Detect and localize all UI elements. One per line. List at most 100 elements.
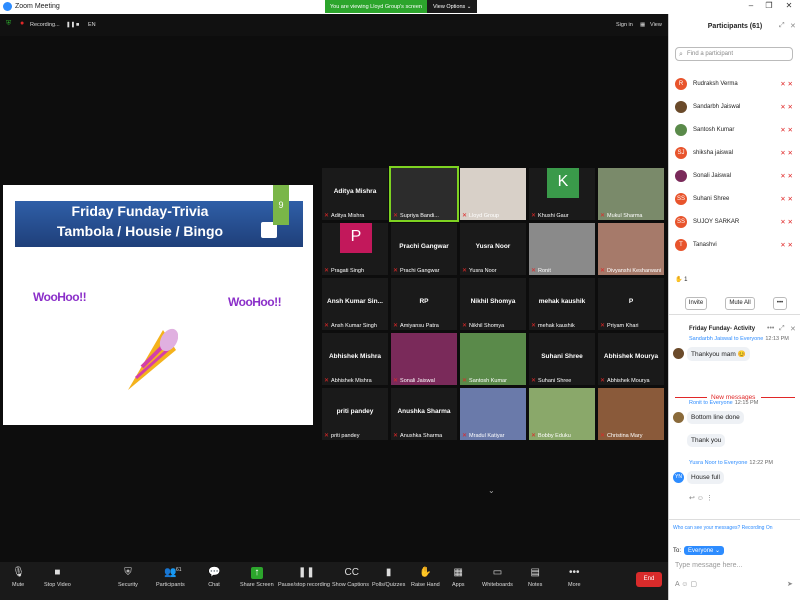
- video-tile[interactable]: ✕ Sonali Jaiswal: [391, 333, 457, 385]
- message-meta: Sandarbh Jaiswal to Everyone 12:13 PM: [689, 336, 789, 342]
- participant-name: Mukul Sharma: [607, 212, 643, 219]
- video-tile[interactable]: ✕ Supriya Bandi...: [389, 166, 459, 222]
- video-tile[interactable]: priti pandey ✕ priti pandey: [322, 388, 388, 440]
- video-tile[interactable]: Ansh Kumar Sin... ✕ Ansh Kumar Singh: [322, 278, 388, 330]
- maximize-button[interactable]: ❐: [762, 1, 776, 10]
- popout-icon[interactable]: ⤢: [779, 22, 785, 30]
- close-panel-icon[interactable]: ✕: [790, 22, 796, 30]
- tile-display-name: Ansh Kumar Sin...: [327, 298, 383, 305]
- shield-icon[interactable]: ⛨: [6, 20, 11, 28]
- sign-in-link[interactable]: Sign in: [616, 22, 633, 28]
- stop-recording-button[interactable]: ■: [76, 22, 79, 28]
- video-tile[interactable]: Prachi Gangwar ✕ Prachi Gangwar: [391, 223, 457, 275]
- video-tile[interactable]: ✕ Bobby Eduku: [529, 388, 595, 440]
- video-tile[interactable]: Abhishek Mishra ✕ Abhishek Mishra: [322, 333, 388, 385]
- language-badge[interactable]: EN: [88, 22, 96, 28]
- participant-row[interactable]: SS Suhani Shree ✕ ✕: [675, 189, 795, 209]
- meeting-stage: Friday Funday-Trivia Tambola / Housie / …: [0, 36, 668, 562]
- toolbar-security-button[interactable]: ⛨ Security: [118, 567, 138, 588]
- tile-display-name: P: [628, 298, 634, 305]
- video-tile[interactable]: Anushka Sharma ✕ Anushka Sharma: [391, 388, 457, 440]
- share-banner-text: You are viewing Lloyd Group's screen: [330, 3, 422, 10]
- more-options-button[interactable]: •••: [773, 297, 787, 310]
- recording-dot-icon: ●: [20, 20, 25, 27]
- toolbar-more-button[interactable]: ••• More: [568, 567, 581, 588]
- muted-status-icon: ✕ ✕: [780, 196, 793, 203]
- toolbar-notes-button[interactable]: ▤ Notes: [528, 567, 542, 588]
- video-tile[interactable]: RP ✕ Amiyansu Patra: [391, 278, 457, 330]
- participant-row[interactable]: Santosh Kumar ✕ ✕: [675, 120, 795, 140]
- toolbar-stop-video-button[interactable]: ■ Stop Video: [44, 567, 71, 588]
- tile-name-label: ✕ Abhishek Mourya: [600, 377, 650, 385]
- participant-row[interactable]: SJ shiksha jaiswal ✕ ✕: [675, 143, 795, 163]
- tile-name-label: ✕ Sonali Jaiswal: [393, 377, 435, 385]
- video-tile[interactable]: ✕ Santosh Kumar: [460, 333, 526, 385]
- pause-recording-button[interactable]: ❚❚: [66, 22, 75, 28]
- time: 12:22 PM: [749, 460, 773, 466]
- avatar: T: [675, 239, 687, 251]
- participant-row[interactable]: R Rudraksh Verma ✕ ✕: [675, 74, 795, 94]
- format-icon[interactable]: A ☺ ▢: [675, 580, 697, 588]
- participant-row[interactable]: T Tanashvi ✕ ✕: [675, 235, 795, 255]
- toolbar-polls-quizzes-button[interactable]: ▮ Polls/Quizzes: [372, 567, 405, 588]
- reply-icon[interactable]: ↩ ☺ ⋮: [689, 494, 713, 502]
- participant-name: Santosh Kumar: [469, 377, 507, 384]
- video-tile[interactable]: ✕ Ronit: [529, 223, 595, 275]
- toolbar-label: Raise Hand: [411, 582, 440, 588]
- participant-row[interactable]: Sonali Jaiswal ✕ ✕: [675, 166, 795, 186]
- video-tile[interactable]: ✕ Christina Mary: [598, 388, 664, 440]
- end-meeting-button[interactable]: End: [636, 572, 662, 587]
- chat-message-input[interactable]: Type message here...: [675, 562, 742, 569]
- send-icon[interactable]: ➤: [787, 580, 793, 588]
- video-tile[interactable]: K ✕ Khushi Gaur: [529, 168, 595, 220]
- toolbar-label: Whiteboards: [482, 582, 513, 588]
- video-tile[interactable]: P ✕ Pragati Singh: [322, 223, 388, 275]
- video-tile[interactable]: P ✕ Priyam Khari: [598, 278, 664, 330]
- recipient-dropdown[interactable]: Everyone ⌄: [684, 546, 725, 555]
- avatar: [673, 348, 684, 359]
- chat-more-icon[interactable]: •••: [767, 325, 774, 332]
- video-tile[interactable]: Abhishek Mourya ✕ Abhishek Mourya: [598, 333, 664, 385]
- video-tile[interactable]: Aditya Mishra ✕ Aditya Mishra: [322, 168, 388, 220]
- participant-search-input[interactable]: ⌕ Find a participant: [675, 47, 793, 61]
- participant-row[interactable]: Sandarbh Jaiswal ✕ ✕: [675, 97, 795, 117]
- video-tile[interactable]: mehak kaushik ✕ mehak kaushik: [529, 278, 595, 330]
- toolbar-label: More: [568, 582, 581, 588]
- toolbar-raise-hand-button[interactable]: ✋ Raise Hand: [411, 567, 440, 588]
- toolbar-pause-stop-recording-button[interactable]: ❚❚ Pause/stop recording: [278, 567, 330, 588]
- invite-button[interactable]: Invite: [685, 297, 707, 310]
- video-tile[interactable]: ✕ Mradul Katiyar: [460, 388, 526, 440]
- video-tile[interactable]: Suhani Shree ✕ Suhani Shree: [529, 333, 595, 385]
- participant-row[interactable]: SS SUJOY SARKAR ✕ ✕: [675, 212, 795, 232]
- video-tile[interactable]: ✕ Mukul Sharma: [598, 168, 664, 220]
- chat-recipient: To: Everyone ⌄: [673, 546, 725, 555]
- popout-chat-icon[interactable]: ⤢: [779, 325, 785, 333]
- grid-view-icon[interactable]: ▦: [640, 22, 645, 28]
- participant-name: Lloyd Group: [469, 212, 499, 219]
- view-options-button[interactable]: View Options ⌄: [426, 0, 478, 13]
- toolbar-apps-button[interactable]: ▦ Apps: [452, 567, 465, 588]
- tile-name-label: ✕ Ansh Kumar Singh: [324, 322, 377, 330]
- toolbar-mute-button[interactable]: 🎙 Mute: [12, 567, 25, 588]
- chevron-down-icon[interactable]: ⌄: [488, 486, 495, 495]
- close-chat-icon[interactable]: ✕: [790, 325, 796, 333]
- video-tile[interactable]: Yusra Noor ✕ Yusra Noor: [460, 223, 526, 275]
- minimize-button[interactable]: –: [744, 1, 758, 10]
- mute-all-button[interactable]: Mute All: [725, 297, 755, 310]
- video-tile[interactable]: ✕ Lloyd Group: [460, 168, 526, 220]
- tile-display-name: Abhishek Mourya: [603, 353, 659, 360]
- close-window-button[interactable]: ✕: [782, 1, 796, 10]
- view-button[interactable]: View: [650, 22, 662, 28]
- toolbar-share-screen-button[interactable]: ↑ Share Screen: [240, 567, 274, 588]
- video-tile[interactable]: ✕ Divyanshi Kesharwani: [598, 223, 664, 275]
- chat-visibility-notice[interactable]: Who can see your messages? Recording On: [673, 525, 797, 531]
- muted-mic-icon: ✕: [393, 268, 399, 274]
- toolbar-chat-button[interactable]: 💬 Chat: [208, 567, 220, 588]
- toolbar-whiteboards-button[interactable]: ▭ Whiteboards: [482, 567, 513, 588]
- toolbar-icon: ▦: [453, 567, 463, 578]
- video-tile[interactable]: Nikhil Shomya ✕ Nikhil Shomya: [460, 278, 526, 330]
- toolbar-icon: ❚❚: [297, 567, 315, 578]
- toolbar-icon: ⛨: [124, 567, 132, 578]
- avatar: K: [547, 168, 579, 198]
- toolbar-show-captions-button[interactable]: CC Show Captions: [332, 567, 369, 588]
